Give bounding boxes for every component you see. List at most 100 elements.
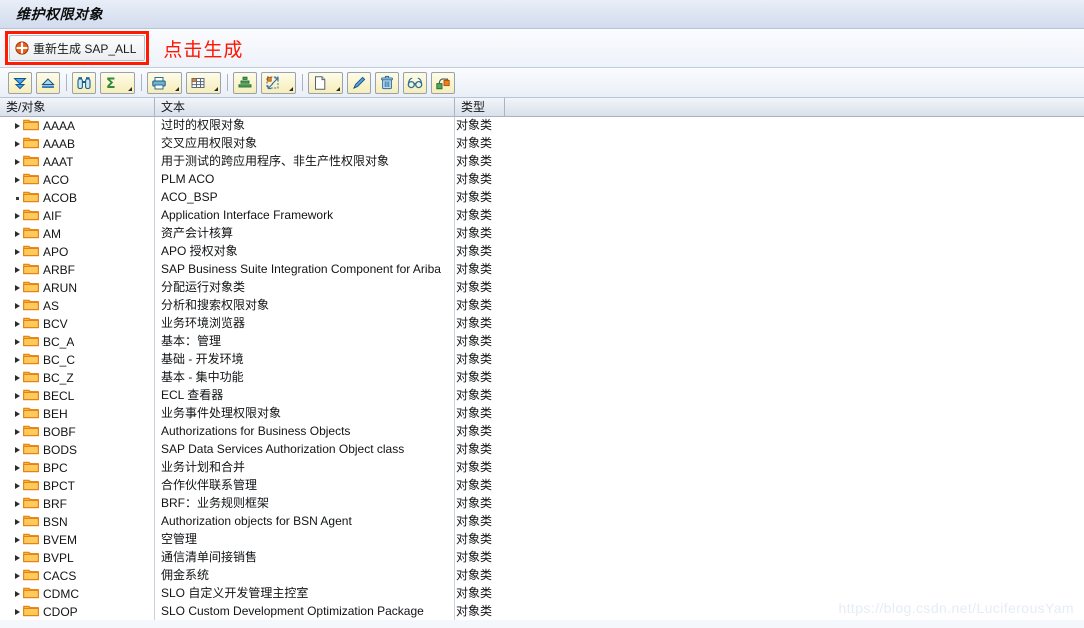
table-row[interactable]: BC_C 基础 - 开发环境 对象类 (0, 351, 1084, 369)
tree-expand-arrow-icon[interactable] (12, 555, 23, 561)
tree-expand-arrow-icon[interactable] (12, 123, 23, 129)
tree-expand-arrow-icon[interactable] (12, 285, 23, 291)
class-object-label: BCV (43, 317, 68, 331)
folder-icon (23, 406, 39, 422)
table-row[interactable]: BODS SAP Data Services Authorization Obje… (0, 441, 1084, 459)
table-row[interactable]: BVEM 空管理 对象类 (0, 531, 1084, 549)
cell-text: APO 授权对象 (155, 243, 455, 261)
folder-icon (23, 514, 39, 530)
table-row[interactable]: ACOB ACO_BSP 对象类 (0, 189, 1084, 207)
table-row[interactable]: ARUN 分配运行对象类 对象类 (0, 279, 1084, 297)
folder-icon (23, 118, 39, 134)
column-header-type[interactable]: 类型 (455, 97, 505, 117)
cell-class-object: BPC (0, 459, 155, 477)
table-row[interactable]: ACO PLM ACO 对象类 (0, 171, 1084, 189)
cell-class-object: CDMC (0, 585, 155, 603)
chevron-down-icon[interactable] (289, 86, 293, 91)
table-row[interactable]: BC_Z 基本 - 集中功能 对象类 (0, 369, 1084, 387)
table-row[interactable]: AAAA 过时的权限对象 对象类 (0, 117, 1084, 135)
class-object-label: AS (43, 299, 60, 313)
tree-expand-arrow-icon[interactable] (12, 357, 23, 363)
tree-expand-arrow-icon[interactable] (12, 519, 23, 525)
tree-expand-arrow-icon[interactable] (12, 321, 23, 327)
table-row[interactable]: CDOP SLO Custom Development Optimization … (0, 603, 1084, 621)
tree-expand-arrow-icon[interactable] (12, 465, 23, 471)
table-row[interactable]: BSN Authorization objects for BSN Agent 对象… (0, 513, 1084, 531)
sum-button[interactable]: Σ (100, 71, 135, 94)
tree-expand-arrow-icon[interactable] (12, 501, 23, 507)
table-row[interactable]: CDMC SLO 自定义开发管理主控室 对象类 (0, 585, 1084, 603)
tree-expand-arrow-icon[interactable] (12, 411, 23, 417)
collapse-all-button[interactable] (36, 71, 60, 94)
tree-expand-arrow-icon[interactable] (12, 609, 23, 615)
expand-node-button[interactable] (261, 71, 296, 94)
display-button[interactable] (403, 71, 427, 94)
tree-expand-arrow-icon[interactable] (12, 393, 23, 399)
chevron-down-icon[interactable] (336, 86, 340, 91)
table-row[interactable]: BCV 业务环境浏览器 对象类 (0, 315, 1084, 333)
regenerate-sap-all-button[interactable]: 重新生成 SAP_ALL (9, 35, 146, 61)
cell-class-object: BSN (0, 513, 155, 531)
table-row[interactable]: BVPL 通信清单间接销售 对象类 (0, 549, 1084, 567)
tree-expand-arrow-icon[interactable] (12, 339, 23, 345)
table-row[interactable]: BRF BRF：业务规则框架 对象类 (0, 495, 1084, 513)
tree-expand-arrow-icon[interactable] (12, 249, 23, 255)
expand-all-button[interactable] (8, 71, 32, 94)
table-row[interactable]: APO APO 授权对象 对象类 (0, 243, 1084, 261)
class-object-label: AIF (43, 209, 62, 223)
folder-icon (23, 424, 39, 440)
new-button[interactable] (308, 71, 343, 94)
refresh-circle-icon (15, 41, 29, 55)
tree-expand-arrow-icon[interactable] (12, 429, 23, 435)
layout-button[interactable] (186, 71, 221, 94)
column-header-text[interactable]: 文本 (155, 97, 455, 117)
tree-expand-arrow-icon[interactable] (12, 267, 23, 273)
tree-expand-arrow-icon[interactable] (12, 303, 23, 309)
table-row[interactable]: CACS 佣金系统 对象类 (0, 567, 1084, 585)
column-header-class-object[interactable]: 类/对象 (0, 97, 155, 117)
table-row[interactable]: AIF Application Interface Framework 对象类 (0, 207, 1084, 225)
table-row[interactable]: BEH 业务事件处理权限对象 对象类 (0, 405, 1084, 423)
tree-expand-arrow-icon[interactable] (12, 483, 23, 489)
cell-type: 对象类 (456, 478, 493, 492)
tree-expand-arrow-icon[interactable] (12, 447, 23, 453)
tree-expand-arrow-icon[interactable] (12, 213, 23, 219)
table-row[interactable]: AAAT 用于测试的跨应用程序、非生产性权限对象 对象类 (0, 153, 1084, 171)
edit-button[interactable] (347, 71, 371, 94)
tree-expand-arrow-icon[interactable] (12, 591, 23, 597)
cell-type: 对象类 (456, 262, 493, 276)
tree-expand-arrow-icon[interactable] (12, 141, 23, 147)
cell-class-object: CDOP (0, 603, 155, 621)
class-object-label: BSN (43, 515, 68, 529)
cell-text: 过时的权限对象 (155, 117, 455, 135)
cell-text: 佣金系统 (155, 567, 455, 585)
tree-expand-arrow-icon[interactable] (12, 231, 23, 237)
delete-button[interactable] (375, 71, 399, 94)
column-header-spare[interactable] (505, 98, 1084, 117)
table-row[interactable]: BC_A 基本：管理 对象类 (0, 333, 1084, 351)
table-row[interactable]: BPC 业务计划和合并 对象类 (0, 459, 1084, 477)
tree-expand-arrow-icon[interactable] (12, 573, 23, 579)
tree-expand-arrow-icon[interactable] (12, 177, 23, 183)
find-button[interactable] (72, 71, 96, 94)
tree-leaf-dot-icon[interactable] (12, 196, 23, 200)
table-row[interactable]: BPCT 合作伙伴联系管理 对象类 (0, 477, 1084, 495)
chevron-down-icon[interactable] (214, 86, 218, 91)
table-row[interactable]: BOBF Authorizations for Business Objects 对… (0, 423, 1084, 441)
table-row[interactable]: AS 分析和搜索权限对象 对象类 (0, 297, 1084, 315)
chevron-down-icon[interactable] (128, 86, 132, 91)
table-row[interactable]: ARBF SAP Business Suite Integration Compo… (0, 261, 1084, 279)
cell-text: 基础 - 开发环境 (155, 351, 455, 369)
table-row[interactable]: AAAB 交叉应用权限对象 对象类 (0, 135, 1084, 153)
print-button[interactable] (147, 71, 182, 94)
table-row[interactable]: AM 资产会计核算 对象类 (0, 225, 1084, 243)
sort-button[interactable] (233, 71, 257, 94)
tree-expand-arrow-icon[interactable] (12, 537, 23, 543)
tree-expand-arrow-icon[interactable] (12, 159, 23, 165)
table-row[interactable]: BECL ECL 查看器 对象类 (0, 387, 1084, 405)
cell-class-object: CACS (0, 567, 155, 585)
chevron-down-icon[interactable] (175, 86, 179, 91)
transport-button[interactable] (431, 71, 455, 94)
tree-expand-arrow-icon[interactable] (12, 375, 23, 381)
authorization-object-tree-grid[interactable]: AAAA 过时的权限对象 对象类 AAAB 交叉应用权限对象 对象类 AAAT 用于测试的跨应… (0, 117, 1084, 627)
